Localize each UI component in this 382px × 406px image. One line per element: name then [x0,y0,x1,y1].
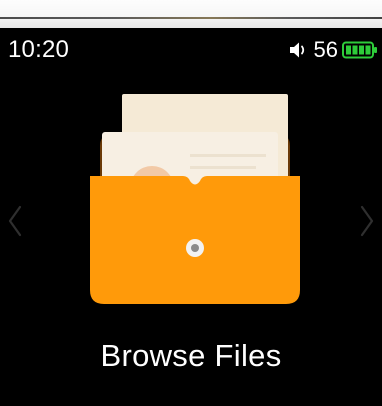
chevron-left-icon[interactable] [6,204,24,238]
device-bezel [0,0,382,28]
clock-time: 10:20 [8,36,70,63]
folder-documents-icon [90,94,300,304]
volume-level: 56 [313,37,338,62]
device-screen: 10:20 56 Browse Files [0,28,382,406]
chevron-right-icon[interactable] [358,204,376,238]
battery-icon [342,41,377,59]
status-bar: 10:20 56 [0,28,382,66]
speaker-icon [289,42,304,58]
device-frame: 10:20 56 Browse Files [0,0,382,406]
screen-title: Browse Files [100,338,282,373]
bezel-edge [0,17,382,19]
status-indicators: 56 [288,37,378,62]
